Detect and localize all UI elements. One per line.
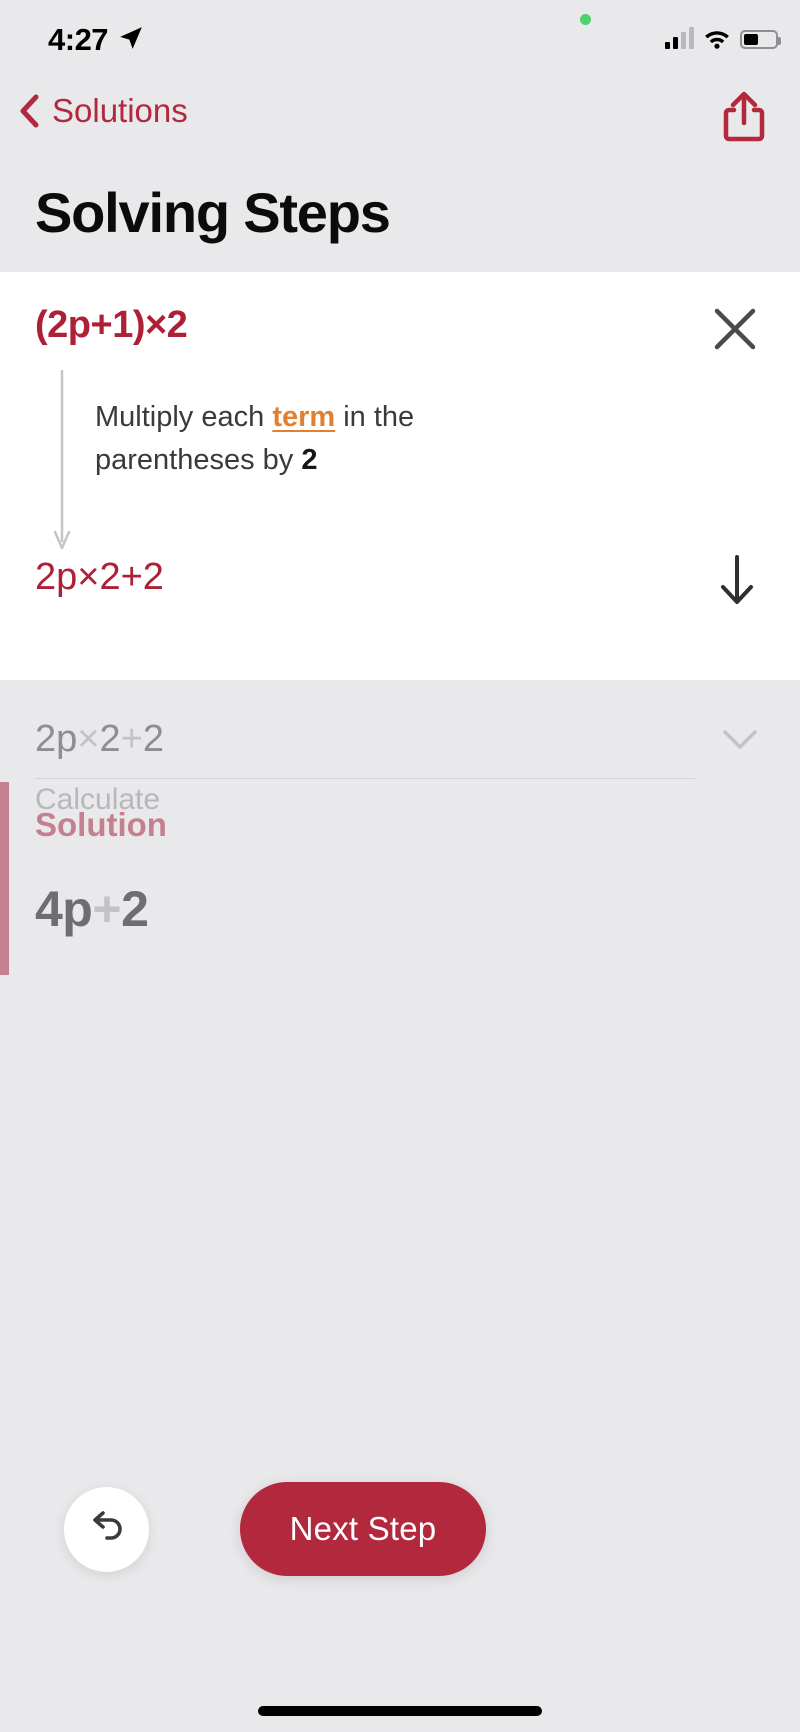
solution-value-plus: + <box>92 881 122 937</box>
step-description-number: 2 <box>301 443 318 476</box>
step-description: Multiply each term in the parentheses by… <box>95 396 535 482</box>
undo-arrow-icon <box>87 1507 127 1552</box>
collapsed-step-expression: 2p×2+2 <box>35 718 164 761</box>
step-expression: (2p+1)×2 <box>35 304 188 346</box>
solution-value: 4p+2 <box>35 880 149 938</box>
status-bar-indicators <box>665 27 781 49</box>
section-divider <box>35 778 695 779</box>
share-icon[interactable] <box>722 90 766 142</box>
solution-accent-bar <box>0 782 9 975</box>
home-indicator-bar <box>258 1706 542 1716</box>
back-button-label: Solutions <box>52 92 188 129</box>
status-bar-time: 4:27 <box>48 22 109 57</box>
collapsed-expr-times: × <box>77 718 100 760</box>
step-description-prefix: Multiply each <box>95 401 273 433</box>
solution-value-a: 4p <box>35 881 93 937</box>
location-arrow-icon <box>118 25 144 51</box>
collapsed-expr-a: 2p <box>35 718 78 760</box>
collapsed-step-row[interactable]: 2p×2+2 Calculate <box>0 680 800 816</box>
next-step-button-label: Next Step <box>289 1510 437 1547</box>
close-x-icon[interactable] <box>710 304 760 354</box>
navigation-bar: Solutions <box>0 76 800 176</box>
collapsed-expr-c: 2 <box>142 718 164 760</box>
collapsed-expr-b: 2 <box>99 718 121 760</box>
arrow-down-icon[interactable] <box>714 554 760 606</box>
chevron-down-icon[interactable] <box>722 728 758 752</box>
app-screen: 4:27 Solutions Solving Steps (2p+1)×2 Mu… <box>0 0 800 1732</box>
term-link[interactable]: term <box>272 401 335 433</box>
green-recording-dot <box>580 14 591 25</box>
page-title: Solving Steps <box>35 181 391 244</box>
battery-icon <box>740 30 781 49</box>
next-step-button[interactable]: Next Step <box>240 1482 486 1576</box>
undo-button[interactable] <box>64 1487 149 1572</box>
collapsed-expr-plus: + <box>120 718 143 760</box>
solution-value-b: 2 <box>121 881 149 937</box>
active-step-card: (2p+1)×2 Multiply each term in the paren… <box>0 272 800 680</box>
status-bar: 4:27 <box>0 0 800 76</box>
wifi-icon <box>703 27 731 49</box>
chevron-left-icon <box>18 94 40 128</box>
solution-title: Solution <box>35 806 167 843</box>
step-result-expression: 2p×2+2 <box>35 556 164 598</box>
back-button[interactable]: Solutions <box>18 92 188 130</box>
cellular-signal-icon <box>665 27 694 49</box>
flow-arrow-down-icon <box>53 370 82 552</box>
